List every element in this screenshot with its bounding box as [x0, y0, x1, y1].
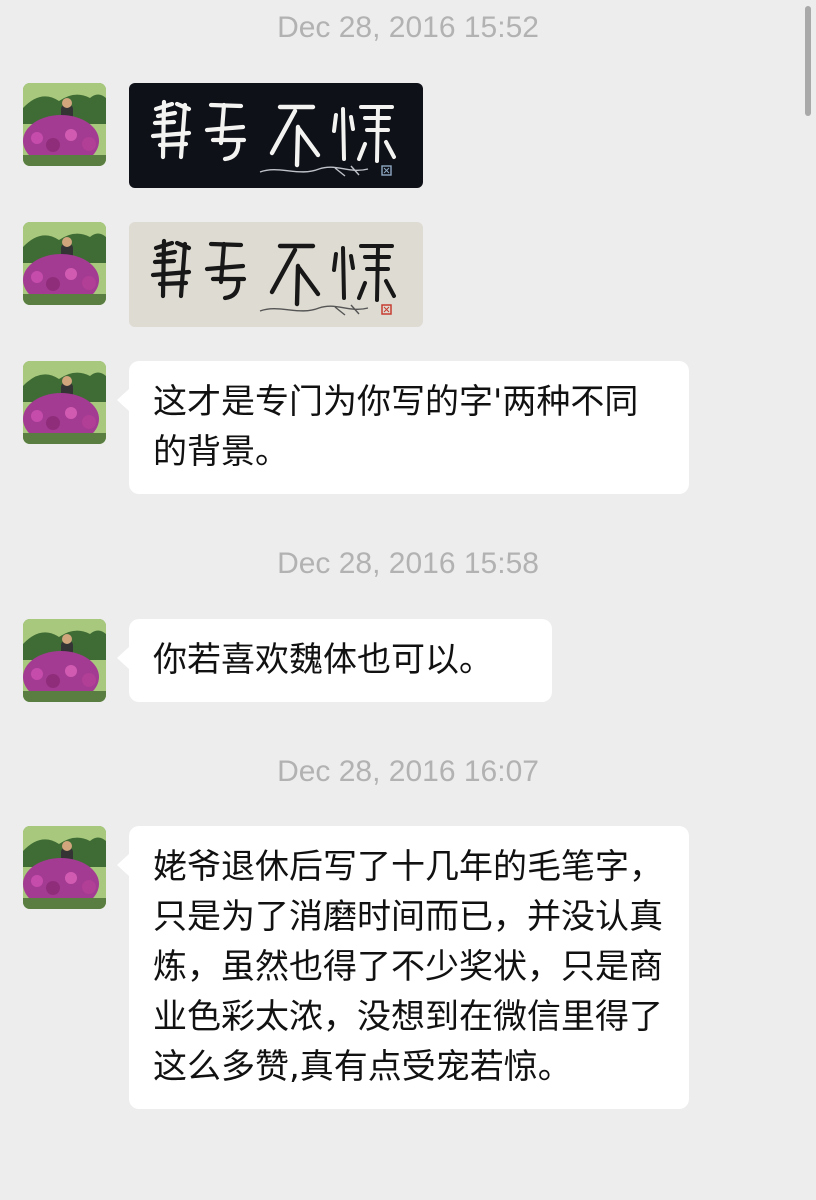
timestamp: Dec 28, 2016 16:07	[277, 755, 539, 788]
timestamp: Dec 28, 2016 15:52	[277, 11, 539, 44]
message-bubble[interactable]: 姥爷退休后写了十几年的毛笔字，只是为了消磨时间而已，并没认真炼，虽然也得了不少奖…	[117, 826, 689, 1109]
calligraphy-image-light[interactable]	[129, 222, 423, 327]
avatar[interactable]	[23, 222, 106, 305]
calligraphy-image-dark[interactable]	[129, 83, 423, 188]
message-bubble[interactable]: 这才是专门为你写的字'两种不同的背景。	[117, 361, 689, 494]
avatar[interactable]	[23, 826, 106, 909]
avatar[interactable]	[23, 83, 106, 166]
avatar[interactable]	[23, 619, 106, 702]
message-bubble[interactable]: 你若喜欢魏体也可以。	[117, 619, 552, 702]
avatar[interactable]	[23, 361, 106, 444]
timestamp: Dec 28, 2016 15:58	[277, 547, 539, 580]
scrollbar[interactable]	[805, 6, 811, 116]
